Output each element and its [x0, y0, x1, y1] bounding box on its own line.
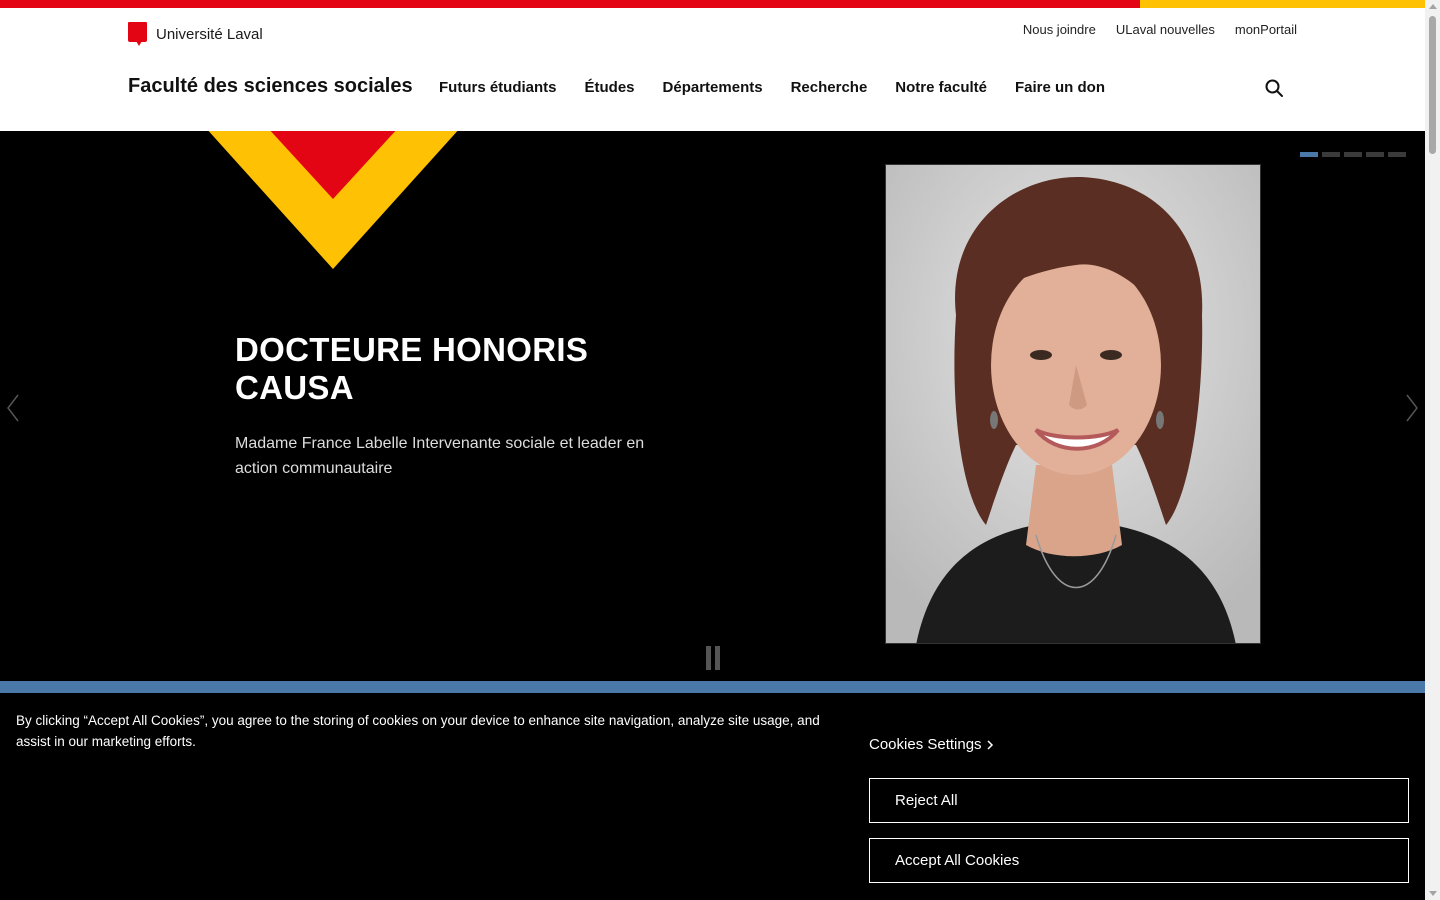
nav-item-futurs-etudiants[interactable]: Futurs étudiants	[439, 79, 557, 96]
cookies-settings-link[interactable]: Cookies Settings	[869, 736, 994, 753]
page-scrollbar[interactable]	[1425, 0, 1440, 900]
chevron-right-icon	[1406, 394, 1418, 422]
carousel-indicator-3[interactable]	[1344, 152, 1362, 157]
scroll-down-arrow-icon[interactable]	[1429, 891, 1437, 896]
university-home-link[interactable]: Université Laval	[128, 22, 263, 46]
nav-item-recherche[interactable]: Recherche	[791, 79, 868, 96]
hero-title: DOCTEURE HONORIS CAUSA	[235, 331, 589, 406]
hero-carousel: DOCTEURE HONORIS CAUSA Madame France Lab…	[0, 131, 1425, 681]
carousel-indicator-4[interactable]	[1366, 152, 1384, 157]
chevron-graphic	[208, 131, 458, 269]
university-name: Université Laval	[156, 25, 263, 43]
hero-description: Madame France Labelle Intervenante socia…	[235, 435, 645, 477]
carousel-next-button[interactable]	[1405, 393, 1419, 423]
reject-all-button[interactable]: Reject All	[869, 778, 1409, 823]
carousel-indicator-2[interactable]	[1322, 152, 1340, 157]
main-nav: Futurs étudiants Études Départements Rec…	[439, 79, 1105, 96]
cookie-banner: By clicking “Accept All Cookies”, you ag…	[0, 693, 1425, 900]
brand-color-strip-yellow	[1140, 0, 1425, 8]
nav-item-etudes[interactable]: Études	[585, 79, 635, 96]
scroll-up-arrow-icon[interactable]	[1429, 4, 1437, 9]
brand-color-strip	[0, 0, 1425, 8]
utility-link-nous-joindre[interactable]: Nous joindre	[1023, 22, 1096, 37]
cookie-consent-text: By clicking “Accept All Cookies”, you ag…	[16, 713, 820, 749]
pause-icon-bar	[715, 646, 720, 670]
utility-link-monportail[interactable]: monPortail	[1235, 22, 1297, 37]
carousel-pause-button[interactable]	[706, 646, 720, 670]
nav-item-notre-faculte[interactable]: Notre faculté	[895, 79, 987, 96]
nav-item-departements[interactable]: Départements	[663, 79, 763, 96]
pause-icon	[706, 646, 711, 670]
carousel-prev-button[interactable]	[6, 393, 20, 423]
utility-nav: Nous joindre ULaval nouvelles monPortail	[1023, 22, 1297, 37]
carousel-indicator-1[interactable]	[1300, 152, 1318, 157]
faculty-title-link[interactable]: Faculté des sciences sociales	[128, 75, 413, 98]
hero-accent-bar	[0, 681, 1425, 693]
scrollbar-thumb[interactable]	[1429, 16, 1436, 154]
chevron-right-icon	[987, 739, 993, 750]
search-button[interactable]	[1264, 78, 1284, 98]
accept-all-cookies-button[interactable]: Accept All Cookies	[869, 838, 1409, 883]
chevron-left-icon	[7, 394, 19, 422]
nav-item-faire-un-don[interactable]: Faire un don	[1015, 79, 1105, 96]
search-icon	[1265, 79, 1283, 97]
university-shield-logo	[128, 22, 147, 46]
carousel-indicator-5[interactable]	[1388, 152, 1406, 157]
utility-link-ulaval-nouvelles[interactable]: ULaval nouvelles	[1116, 22, 1215, 37]
hero-portrait-image	[885, 164, 1261, 644]
site-header: Université Laval Nous joindre ULaval nou…	[0, 8, 1425, 131]
carousel-indicators	[1300, 152, 1406, 157]
hero-caption: DOCTEURE HONORIS CAUSA Madame France Lab…	[235, 331, 655, 481]
portrait-illustration	[886, 165, 1260, 643]
cookies-settings-label: Cookies Settings	[869, 736, 982, 753]
page: Université Laval Nous joindre ULaval nou…	[0, 0, 1440, 900]
